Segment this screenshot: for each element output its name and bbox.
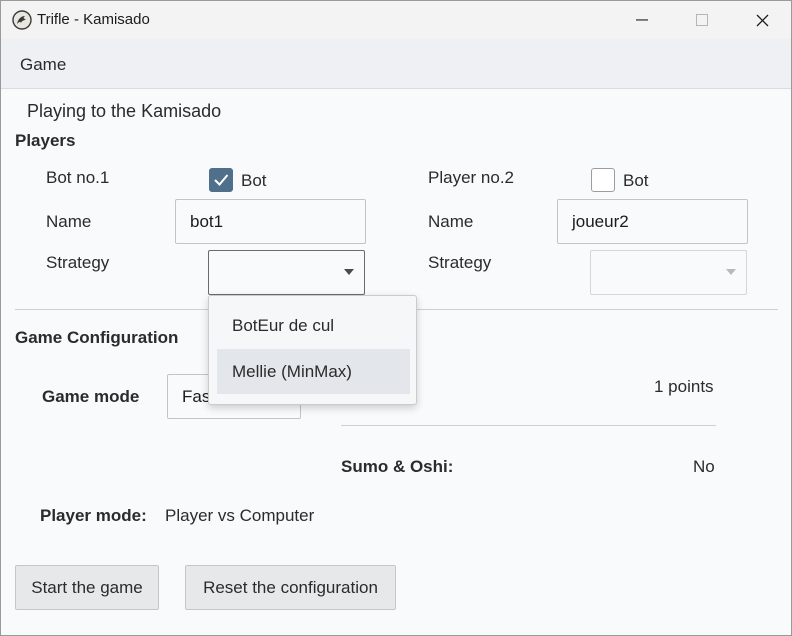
start-game-button[interactable]: Start the game — [15, 565, 159, 610]
chevron-down-icon — [726, 269, 736, 275]
reset-configuration-button[interactable]: Reset the configuration — [185, 565, 396, 610]
player1-bot-checkbox[interactable] — [209, 168, 233, 192]
strategy-option-1[interactable]: BotEur de cul — [217, 303, 410, 348]
player1-name-label: Name — [46, 212, 92, 231]
app-window: Trifle - Kamisado Game Playing to the Ka… — [0, 0, 792, 636]
strategy-option-2[interactable]: Mellie (MinMax) — [217, 349, 410, 394]
player1-label: Bot no.1 — [46, 168, 110, 187]
player1-name-field[interactable]: bot1 — [175, 199, 366, 244]
player1-strategy-label: Strategy — [46, 253, 110, 272]
window-title: Trifle - Kamisado — [37, 11, 150, 28]
config-section-label: Game Configuration — [15, 328, 179, 347]
page-subtitle: Playing to the Kamisado — [27, 101, 222, 121]
player2-strategy-select[interactable] — [590, 250, 747, 295]
check-icon — [214, 174, 229, 186]
close-icon — [756, 14, 768, 26]
sumo-value: No — [693, 457, 715, 476]
player2-bot-label: Bot — [623, 171, 649, 190]
player1-bot-label: Bot — [241, 171, 267, 190]
player2-bot-checkbox[interactable] — [591, 168, 615, 192]
maximize-button-main — [679, 1, 725, 39]
player2-strategy-label: Strategy — [428, 253, 492, 272]
player1-strategy-select[interactable] — [208, 250, 365, 295]
minimize-icon — [636, 19, 648, 21]
menu-bar: Game — [1, 39, 791, 89]
dragon-icon — [12, 10, 32, 30]
strategy-dropdown-list: BotEur de cul Mellie (MinMax) — [208, 295, 417, 405]
menu-game[interactable]: Game — [20, 55, 66, 75]
player-mode-value: Player vs Computer — [165, 506, 315, 525]
sumo-label: Sumo & Oshi: — [341, 457, 454, 476]
player2-name-field[interactable]: joueur2 — [557, 199, 748, 244]
player2-name-label: Name — [428, 212, 474, 231]
minimize-button-main[interactable] — [619, 1, 665, 39]
chevron-down-icon — [344, 269, 354, 275]
players-section-label: Players — [15, 131, 76, 150]
points-value: 1 points — [654, 377, 714, 396]
maximize-icon — [696, 14, 708, 26]
player2-label: Player no.2 — [428, 168, 514, 187]
config-divider — [341, 425, 716, 426]
player-mode-label: Player mode: — [40, 506, 147, 525]
close-button[interactable] — [739, 1, 785, 39]
title-bar[interactable]: Trifle - Kamisado — [1, 1, 791, 39]
game-mode-label: Game mode — [42, 387, 140, 406]
